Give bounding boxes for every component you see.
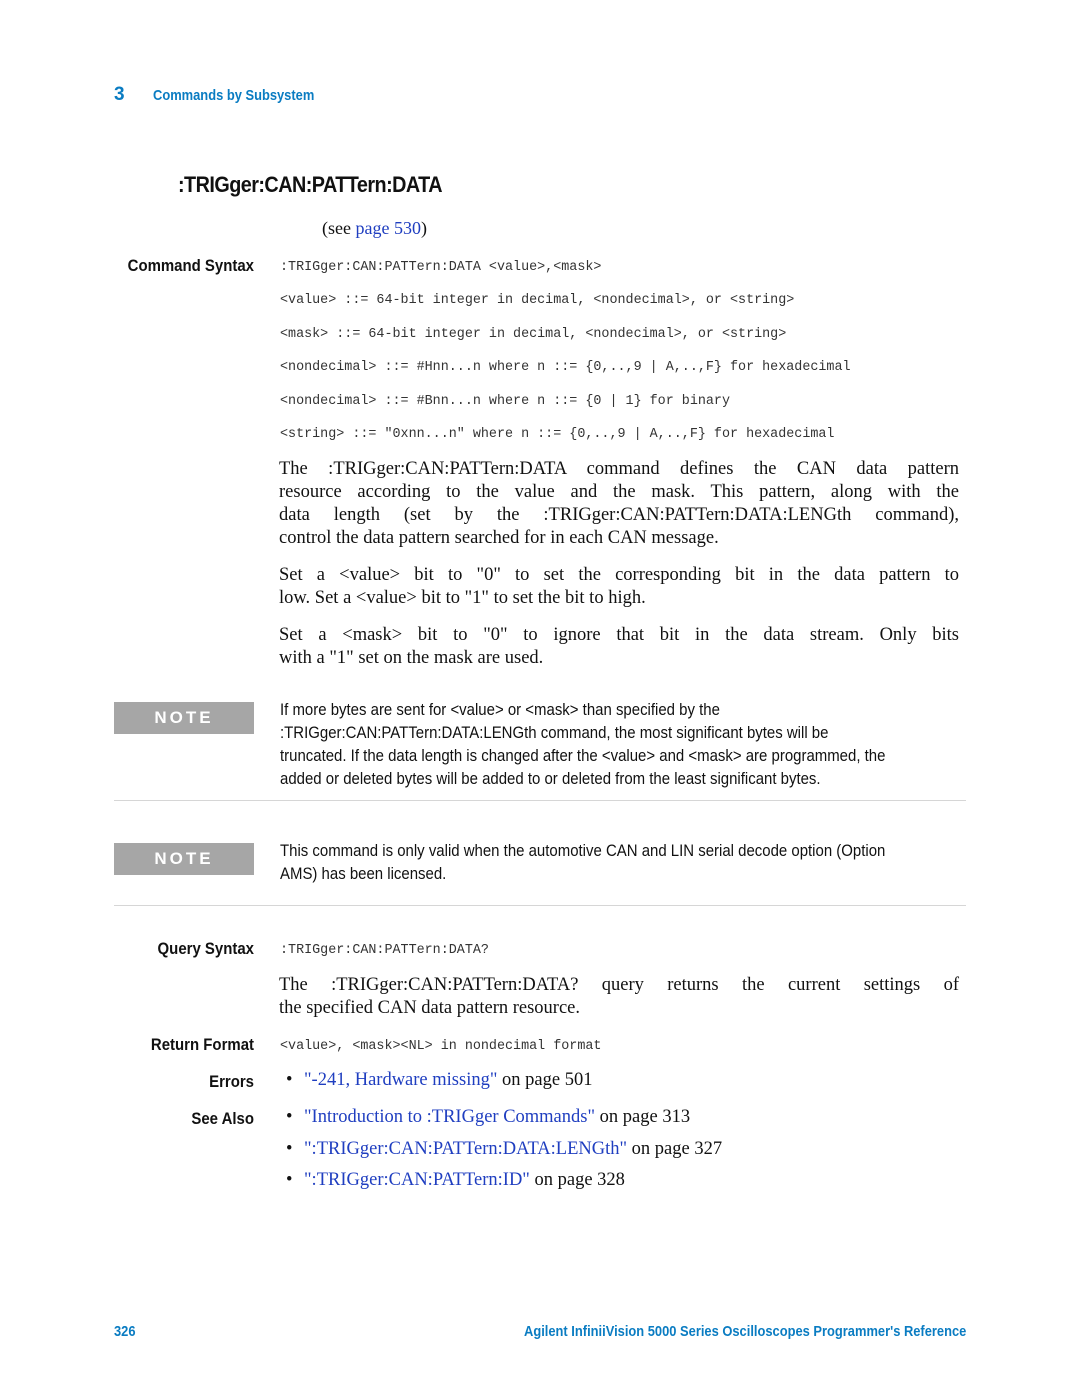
see-suffix: ) — [420, 218, 427, 238]
syntax-line: <string> ::= "0xnn...n" where n ::= {0,.… — [280, 427, 835, 442]
note-divider — [114, 800, 966, 801]
note-line: added or deleted bytes will be added to … — [280, 769, 821, 788]
note-badge: NOTE — [114, 702, 254, 734]
see-page-link[interactable]: page 530 — [355, 218, 420, 238]
error-list-item: • "-241, Hardware missing" on page 501 — [286, 1070, 592, 1091]
query-syntax-label: Query Syntax — [157, 939, 254, 958]
errors-label: Errors — [209, 1072, 254, 1091]
note-text: If more bytes are sent for <value> or <m… — [280, 698, 887, 790]
page-reference: on page 328 — [529, 1170, 625, 1190]
note-badge: NOTE — [114, 843, 254, 875]
see-also-item: • "Introduction to :TRIGger Commands" on … — [286, 1107, 690, 1128]
error-link[interactable]: "-241, Hardware missing" — [304, 1070, 497, 1090]
page-title: :TRIGger:CAN:PATTern:DATA — [178, 172, 443, 197]
see-page-reference: (see page 530) — [322, 218, 427, 239]
return-format-label: Return Format — [150, 1035, 254, 1054]
paragraph-line: resource according to the value and the … — [279, 482, 959, 502]
query-code: :TRIGger:CAN:PATTern:DATA? — [280, 943, 489, 958]
syntax-line: <nondecimal> ::= #Hnn...n where n ::= {0… — [280, 360, 851, 375]
syntax-line: <mask> ::= 64-bit integer in decimal, <n… — [280, 327, 787, 342]
note-text: This command is only valid when the auto… — [280, 839, 887, 885]
chapter-number: 3 — [114, 84, 125, 105]
note-line: This command is only valid when the auto… — [280, 841, 886, 860]
page-reference: on page 327 — [627, 1139, 723, 1159]
note-line: truncated. If the data length is changed… — [280, 746, 886, 765]
paragraph-line: the specified CAN data pattern resource. — [279, 998, 581, 1018]
query-paragraph: The :TRIGger:CAN:PATTern:DATA? query ret… — [279, 974, 959, 1020]
note-line: AMS) has been licensed. — [280, 864, 447, 883]
paragraph-line: data length (set by the :TRIGger:CAN:PAT… — [279, 505, 959, 525]
chapter-title: Commands by Subsystem — [153, 87, 315, 104]
page-reference: on page 501 — [497, 1070, 593, 1090]
page-reference: on page 313 — [595, 1107, 691, 1127]
note-line: :TRIGger:CAN:PATTern:DATA:LENGth command… — [280, 723, 829, 742]
paragraph-line: The :TRIGger:CAN:PATTern:DATA? query ret… — [279, 975, 959, 995]
bullet-icon: • — [286, 1139, 293, 1159]
paragraph-line: low. Set a <value> bit to "1" to set the… — [279, 588, 646, 608]
bullet-icon: • — [286, 1107, 293, 1127]
paragraph-line: The :TRIGger:CAN:PATTern:DATA command de… — [279, 459, 959, 479]
paragraph-line: Set a <mask> bit to "0" to ignore that b… — [279, 625, 959, 645]
paragraph-line: with a "1" set on the mask are used. — [279, 648, 544, 668]
description-paragraph: The :TRIGger:CAN:PATTern:DATA command de… — [279, 458, 959, 550]
syntax-line: :TRIGger:CAN:PATTern:DATA <value>,<mask> — [280, 260, 602, 275]
syntax-line: <value> ::= 64-bit integer in decimal, <… — [280, 293, 795, 308]
bullet-icon: • — [286, 1170, 293, 1190]
see-also-item: • ":TRIGger:CAN:PATTern:DATA:LENGth" on p… — [286, 1139, 722, 1160]
paragraph-line: control the data pattern searched for in… — [279, 528, 719, 548]
note-line: If more bytes are sent for <value> or <m… — [280, 700, 720, 719]
see-prefix: (see — [322, 218, 356, 238]
return-format-code: <value>, <mask><NL> in nondecimal format — [280, 1039, 602, 1054]
see-also-link[interactable]: "Introduction to :TRIGger Commands" — [304, 1107, 595, 1127]
see-also-link[interactable]: ":TRIGger:CAN:PATTern:ID" — [304, 1170, 530, 1190]
note-divider — [114, 905, 966, 906]
command-syntax-label: Command Syntax — [127, 256, 254, 275]
mask-bit-paragraph: Set a <mask> bit to "0" to ignore that b… — [279, 624, 959, 670]
see-also-label: See Also — [191, 1109, 254, 1128]
value-bit-paragraph: Set a <value> bit to "0" to set the corr… — [279, 564, 959, 610]
paragraph-line: Set a <value> bit to "0" to set the corr… — [279, 565, 959, 585]
footer-page-number: 326 — [114, 1323, 136, 1340]
see-also-link[interactable]: ":TRIGger:CAN:PATTern:DATA:LENGth" — [304, 1139, 627, 1159]
see-also-item: • ":TRIGger:CAN:PATTern:ID" on page 328 — [286, 1170, 625, 1191]
syntax-line: <nondecimal> ::= #Bnn...n where n ::= {0… — [280, 394, 730, 409]
footer-book-title: Agilent InfiniiVision 5000 Series Oscill… — [523, 1323, 966, 1340]
bullet-icon: • — [286, 1070, 293, 1090]
